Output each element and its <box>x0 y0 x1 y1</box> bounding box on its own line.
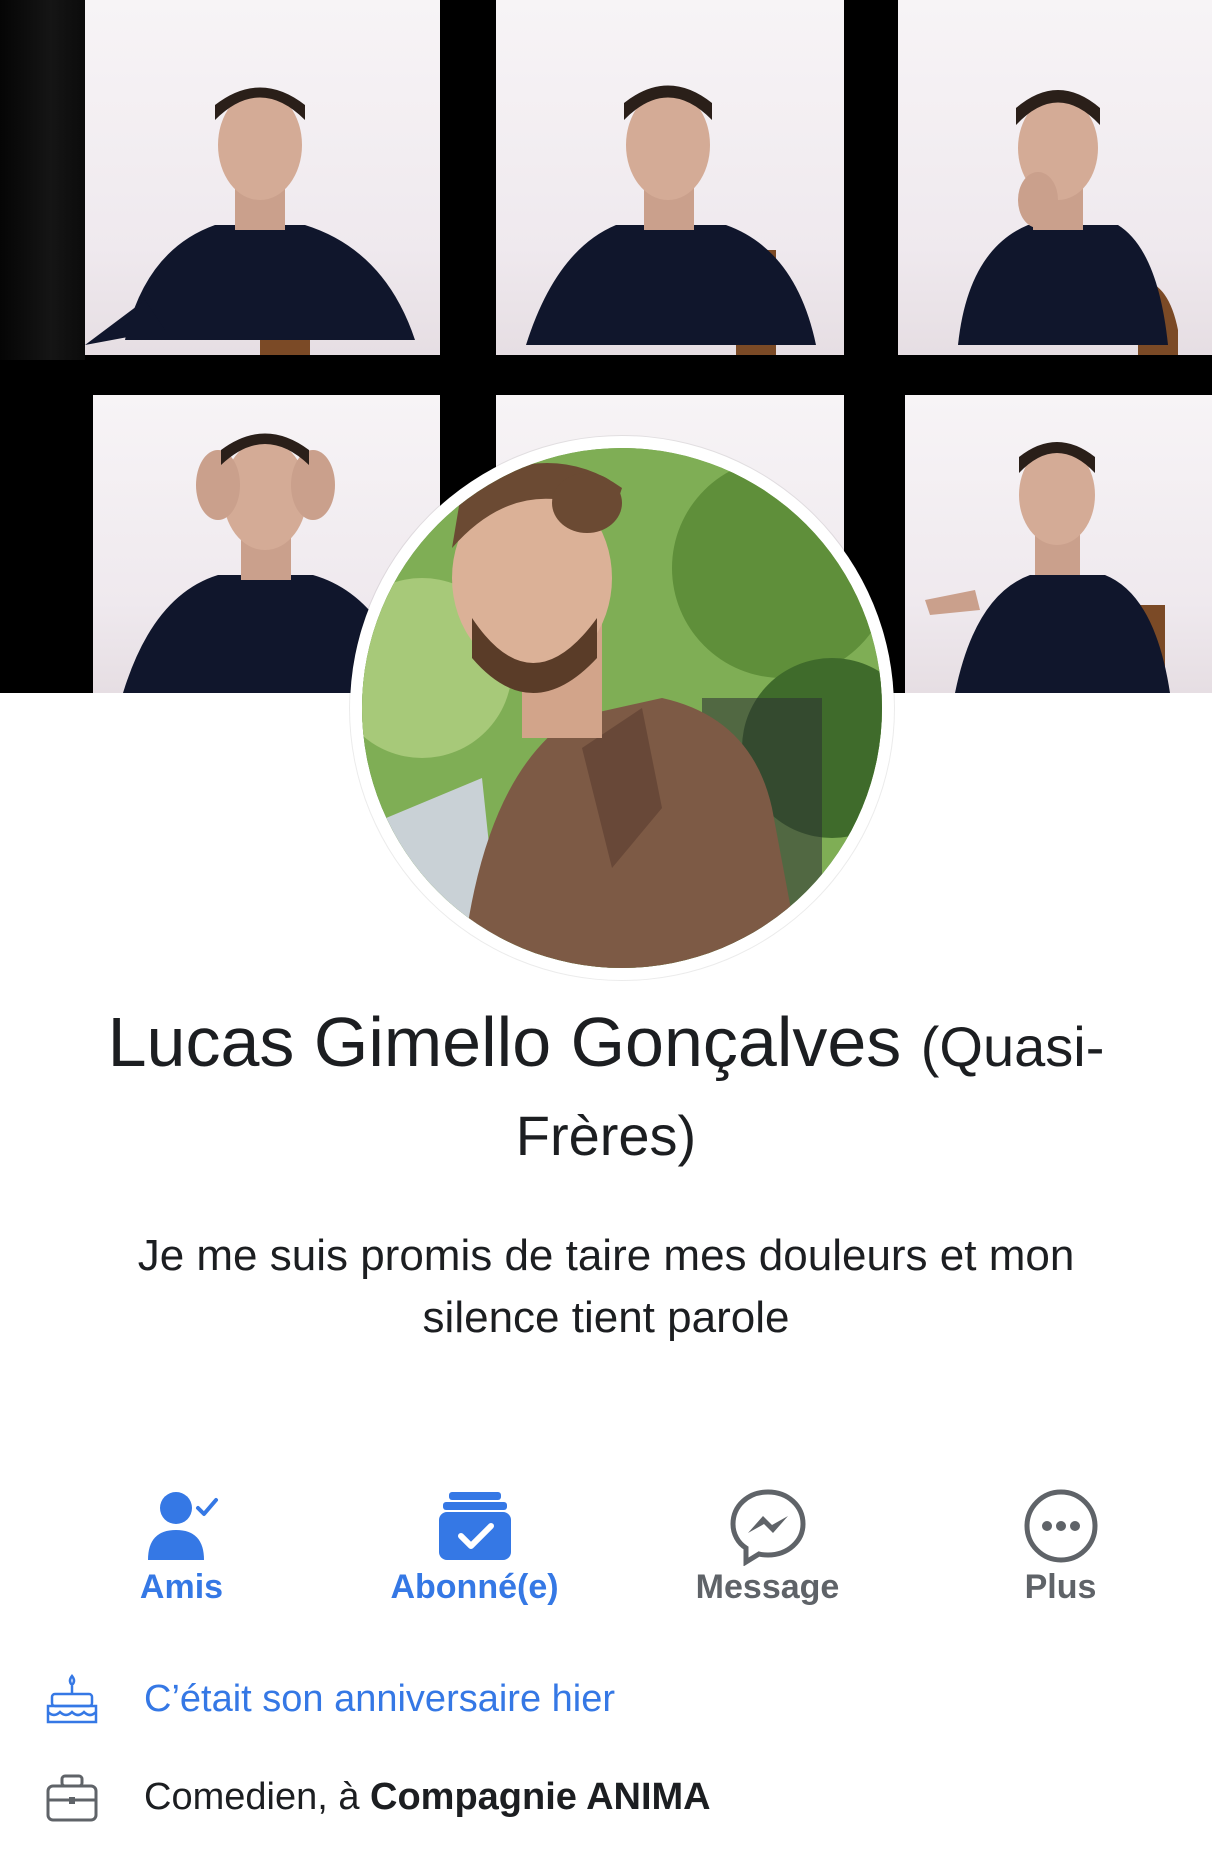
cover-curtain <box>0 0 85 360</box>
profile-bio: Je me suis promis de taire mes douleurs … <box>137 1231 1075 1342</box>
friends-button[interactable]: Amis <box>30 1478 333 1618</box>
cover-panel <box>898 0 1212 355</box>
message-button[interactable]: Message <box>616 1478 919 1618</box>
friends-button-label: Amis <box>139 1568 224 1606</box>
work-place-link[interactable]: Compagnie ANIMA <box>370 1776 711 1818</box>
work-text: Comedien, à Compagnie ANIMA <box>144 1772 711 1822</box>
following-button-label: Abonné(e) <box>390 1568 559 1606</box>
messenger-icon <box>729 1489 806 1566</box>
friends-check-icon <box>147 1492 218 1560</box>
profile-picture[interactable] <box>350 436 894 980</box>
cover-panel <box>85 0 440 355</box>
more-icon <box>1024 1489 1097 1563</box>
cover-panel <box>496 0 844 355</box>
message-button-label: Message <box>695 1568 840 1606</box>
birthday-text: C’était son anniversaire hier <box>144 1678 616 1720</box>
profile-name-text: Lucas Gimello Gonçalves <box>107 1003 902 1081</box>
work-row[interactable]: Comedien, à Compagnie ANIMA <box>0 1762 1212 1832</box>
profile-actions: Amis Abonné(e) Message Plus <box>0 1478 1212 1618</box>
following-button[interactable]: Abonné(e) <box>323 1478 626 1618</box>
birthday-cake-icon <box>46 1674 98 1724</box>
profile-name: Lucas Gimello Gonçalves (Quasi-Frères) <box>40 1000 1172 1178</box>
cover-panel <box>905 395 1212 693</box>
more-button-label: Plus <box>1024 1568 1097 1606</box>
following-check-icon <box>438 1492 511 1560</box>
briefcase-icon <box>46 1774 98 1822</box>
more-button[interactable]: Plus <box>909 1478 1212 1618</box>
profile-photo <box>362 448 882 968</box>
work-prefix: Comedien, à <box>144 1776 371 1818</box>
birthday-row[interactable]: C’était son anniversaire hier <box>0 1664 1212 1734</box>
